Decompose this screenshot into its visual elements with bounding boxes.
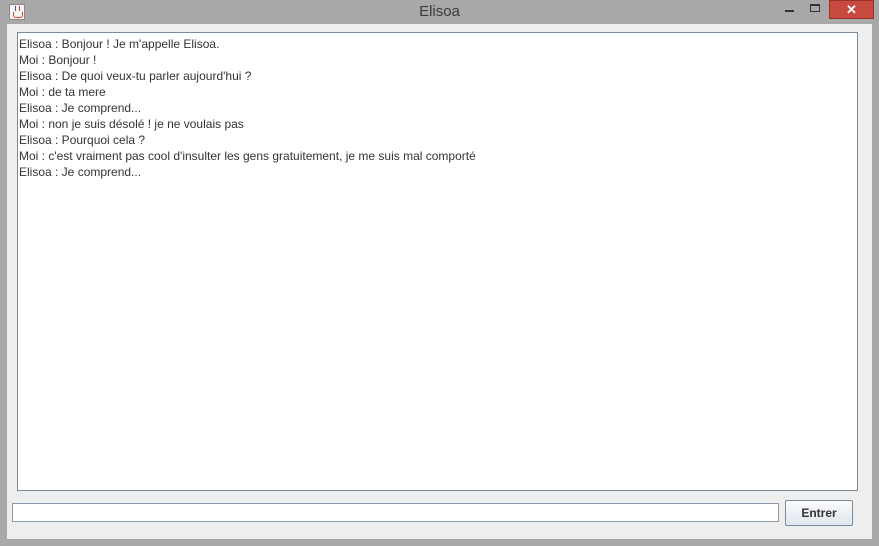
chat-line: Elisoa : De quoi veux-tu parler aujourd'… [19,69,252,83]
window-title: Elisoa [419,3,460,20]
close-icon: ✕ [846,2,857,17]
close-button[interactable]: ✕ [829,0,874,19]
chat-line: Moi : de ta mere [19,85,106,99]
chat-line: Moi : non je suis désolé ! je ne voulais… [19,117,244,131]
chat-line: Elisoa : Pourquoi cela ? [19,133,146,147]
title-bar[interactable]: Elisoa ✕ [0,0,879,24]
send-button[interactable]: Entrer [785,500,853,526]
app-window: Elisoa ✕ Elisoa : Bonjour ! Je m'appelle… [0,0,879,546]
maximize-icon [810,4,820,12]
minimize-icon [785,10,794,12]
chat-line: Elisoa : Bonjour ! Je m'appelle Elisoa. [19,37,220,51]
maximize-button[interactable] [802,0,828,19]
chat-line: Moi : Bonjour ! [19,53,97,67]
message-input[interactable] [12,503,779,522]
minimize-button[interactable] [776,0,802,19]
chat-line: Elisoa : Je comprend... [19,101,142,115]
chat-history[interactable]: Elisoa : Bonjour ! Je m'appelle Elisoa. … [17,32,858,491]
content-pane: Elisoa : Bonjour ! Je m'appelle Elisoa. … [7,24,872,539]
chat-line: Elisoa : Je comprend... [19,165,142,179]
chat-line: Moi : c'est vraiment pas cool d'insulter… [19,149,476,163]
